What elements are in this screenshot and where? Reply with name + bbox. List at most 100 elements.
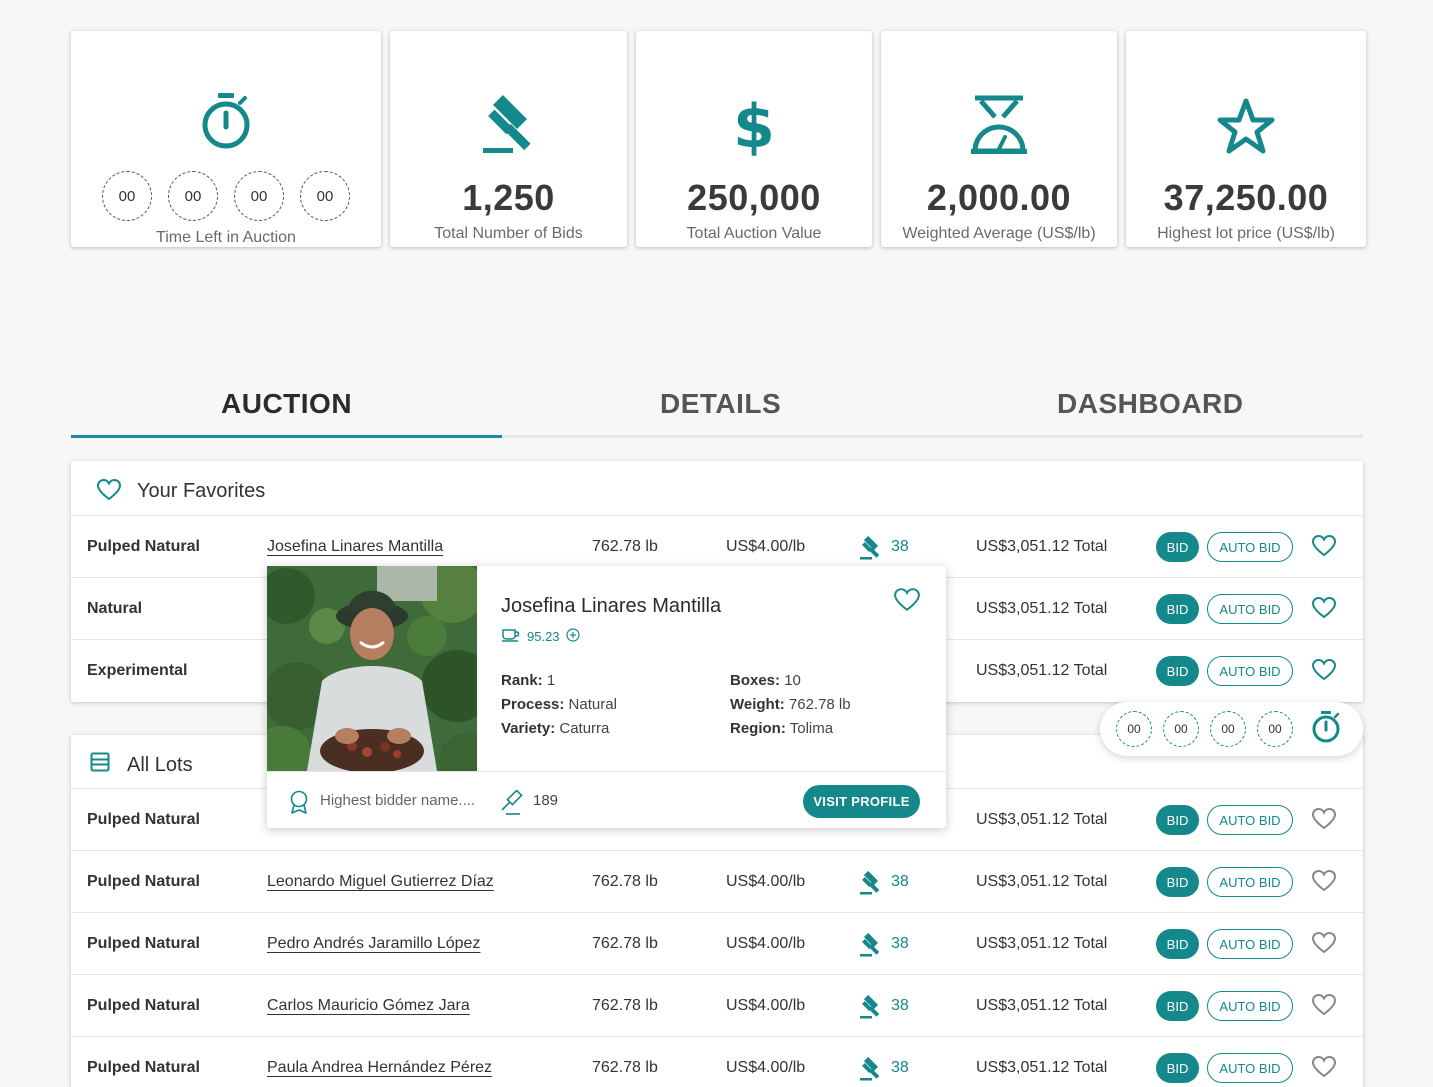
info-weight: Weight: 762.78 lb	[730, 696, 851, 713]
auto-bid-button[interactable]: AUTO BID	[1207, 1053, 1293, 1083]
heart-icon	[96, 478, 122, 506]
auto-bid-button[interactable]: AUTO BID	[1207, 532, 1293, 562]
table-row: Pulped Natural Pedro Andrés Jaramillo Lóp…	[71, 913, 1363, 975]
countdown-days: 00	[1116, 711, 1152, 747]
bid-button[interactable]: BID	[1156, 805, 1199, 835]
auto-bid-button[interactable]: AUTO BID	[1207, 805, 1293, 835]
stat-card-highest-price: 37,250.00 Highest lot price (US$/lb)	[1126, 31, 1366, 247]
producer-popup: Josefina Linares Mantilla 95.23 Rank: 1 …	[267, 566, 946, 828]
auto-bid-button[interactable]: AUTO BID	[1207, 594, 1293, 624]
auto-bid-button[interactable]: AUTO BID	[1207, 656, 1293, 686]
favorite-heart-icon[interactable]	[1311, 658, 1337, 686]
bid-button[interactable]: BID	[1156, 532, 1199, 562]
bid-count: 38	[891, 935, 909, 952]
lot-total: US$3,051.12 Total	[976, 935, 1108, 952]
producer-link[interactable]: Carlos Mauricio Gómez Jara	[267, 997, 470, 1015]
tab-details[interactable]: DETAILS	[660, 388, 781, 420]
producer-link[interactable]: Pedro Andrés Jaramillo López	[267, 935, 480, 953]
lot-total: US$3,051.12 Total	[976, 1059, 1108, 1076]
lot-total: US$3,051.12 Total	[976, 600, 1108, 617]
bid-count: 189	[533, 792, 559, 809]
favorite-heart-icon[interactable]	[1311, 869, 1337, 897]
lot-process: Pulped Natural	[87, 873, 200, 890]
lot-weight: 762.78 lb	[592, 1059, 658, 1076]
plus-circle-icon[interactable]	[565, 628, 580, 645]
lot-process: Natural	[87, 600, 143, 617]
stat-value: 1,250	[462, 177, 555, 218]
lot-process: Pulped Natural	[87, 1059, 200, 1076]
lot-weight: 762.78 lb	[592, 935, 658, 952]
stat-label: Total Auction Value	[686, 225, 822, 242]
bid-button[interactable]: BID	[1156, 929, 1199, 959]
info-variety: Variety: Caturra	[501, 720, 610, 737]
tab-dashboard[interactable]: DASHBOARD	[1057, 388, 1244, 420]
cupping-score: 95.23	[501, 628, 580, 645]
floating-countdown: 00 00 00 00	[1100, 702, 1363, 756]
stat-value: 2,000.00	[926, 177, 1072, 218]
lot-total: US$3,051.12 Total	[976, 662, 1108, 679]
info-process: Process: Natural	[501, 696, 617, 713]
coffee-cup-icon	[501, 628, 521, 645]
auto-bid-button[interactable]: AUTO BID	[1207, 929, 1293, 959]
countdown-hours: 00	[1163, 711, 1199, 747]
favorite-heart-icon[interactable]	[1311, 931, 1337, 959]
bid-count: 38	[891, 1059, 909, 1076]
list-icon	[90, 752, 110, 777]
stat-card-weighted-average: 2,000.00 Weighted Average (US$/lb)	[881, 31, 1117, 247]
bid-button[interactable]: BID	[1156, 656, 1199, 686]
lot-weight: 762.78 lb	[592, 538, 658, 555]
stat-value: 250,000	[687, 177, 821, 218]
stat-card-time-left: 00 00 00 00 Time Left in Auction	[71, 31, 381, 247]
bid-button[interactable]: BID	[1156, 991, 1199, 1021]
lot-price: US$4.00/lb	[726, 997, 806, 1014]
scale-icon	[881, 93, 1117, 157]
lot-price: US$4.00/lb	[726, 1059, 806, 1076]
bid-button[interactable]: BID	[1156, 867, 1199, 897]
lot-process: Pulped Natural	[87, 935, 200, 952]
score-value: 95.23	[527, 629, 560, 644]
panel-title: All Lots	[127, 754, 193, 776]
table-row: Pulped Natural Carlos Mauricio Gómez Jara…	[71, 975, 1363, 1037]
dollar-icon: $	[636, 93, 872, 157]
favorite-heart-icon[interactable]	[1311, 993, 1337, 1021]
bid-button[interactable]: BID	[1156, 594, 1199, 624]
auto-bid-button[interactable]: AUTO BID	[1207, 867, 1293, 897]
countdown-minutes: 00	[234, 171, 284, 221]
stat-label: Weighted Average (US$/lb)	[902, 225, 1096, 242]
stopwatch-icon	[71, 91, 381, 155]
tab-auction[interactable]: AUCTION	[221, 388, 352, 420]
bid-count: 38	[891, 873, 909, 890]
lot-weight: 762.78 lb	[592, 997, 658, 1014]
favorites-header: Your Favorites	[71, 461, 1363, 516]
stat-label: Total Number of Bids	[434, 225, 583, 242]
star-icon	[1126, 93, 1366, 157]
favorite-heart-icon[interactable]	[1311, 1055, 1337, 1083]
bid-count: 38	[891, 538, 909, 555]
visit-profile-button[interactable]: VISIT PROFILE	[803, 785, 920, 818]
producer-link[interactable]: Josefina Linares Mantilla	[267, 538, 443, 556]
gavel-icon	[858, 535, 882, 565]
favorite-heart-icon[interactable]	[1311, 596, 1337, 624]
producer-link[interactable]: Leonardo Miguel Gutierrez Díaz	[267, 873, 494, 891]
favorite-heart-icon[interactable]	[1311, 807, 1337, 835]
stat-card-total-value: $ 250,000 Total Auction Value	[636, 31, 872, 247]
tab-bar: AUCTION DETAILS DASHBOARD	[71, 380, 1363, 438]
lot-price: US$4.00/lb	[726, 935, 806, 952]
lot-price: US$4.00/lb	[726, 538, 806, 555]
medal-icon	[289, 790, 309, 819]
countdown: 00 00 00 00	[71, 171, 381, 221]
lot-process: Pulped Natural	[87, 538, 200, 555]
gavel-icon	[500, 789, 526, 821]
stat-label: Time Left in Auction	[156, 229, 296, 246]
popup-footer: Highest bidder name.... 189 VISIT PROFIL…	[267, 771, 946, 828]
favorite-heart-icon[interactable]	[894, 588, 920, 617]
producer-photo	[267, 566, 477, 771]
bid-button[interactable]: BID	[1156, 1053, 1199, 1083]
highest-bidder: Highest bidder name....	[320, 792, 476, 809]
lot-process: Pulped Natural	[87, 997, 200, 1014]
auto-bid-button[interactable]: AUTO BID	[1207, 991, 1293, 1021]
lot-info-right: Boxes: 10 Weight: 762.78 lb Region: Toli…	[730, 669, 851, 741]
producer-link[interactable]: Paula Andrea Hernández Pérez	[267, 1059, 492, 1077]
favorite-heart-icon[interactable]	[1311, 534, 1337, 562]
stat-label: Highest lot price (US$/lb)	[1157, 225, 1335, 242]
